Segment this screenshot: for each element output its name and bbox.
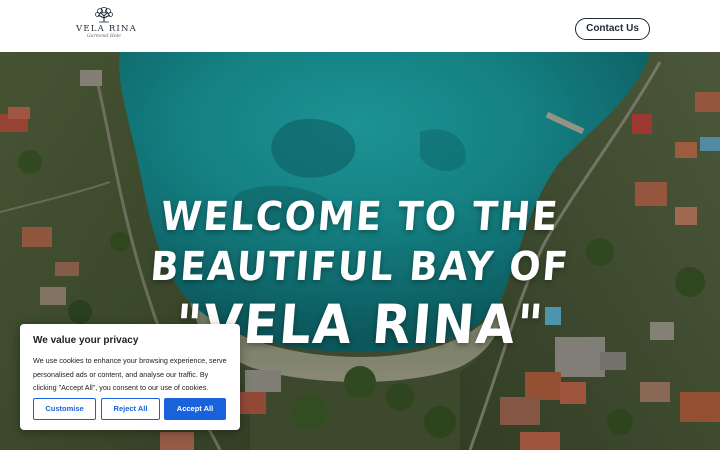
accept-all-button[interactable]: Accept All [164, 398, 226, 420]
logo-name: VELA RINA [76, 24, 137, 34]
contact-us-button[interactable]: Contact Us [575, 18, 650, 40]
site-header: VELA RINA Gurmond Hote Contact Us [0, 0, 720, 52]
reject-all-button[interactable]: Reject All [101, 398, 160, 420]
tree-logo-icon [95, 7, 113, 23]
cookie-button-row: Customise Reject All Accept All [33, 398, 227, 420]
hero-title-line-1: WELCOME TO THE [159, 194, 561, 240]
site-logo[interactable]: VELA RINA Gurmond Hote [76, 7, 137, 45]
customise-button[interactable]: Customise [33, 398, 96, 420]
cookie-consent-banner: We value your privacy We use cookies to … [20, 324, 240, 430]
cookie-description: We use cookies to enhance your browsing … [33, 356, 227, 392]
hero-title-line-2: BEAUTIFUL BAY OF [148, 244, 572, 290]
cookie-title: We value your privacy [33, 335, 139, 346]
logo-tagline: Gurmond Hote [87, 34, 121, 39]
